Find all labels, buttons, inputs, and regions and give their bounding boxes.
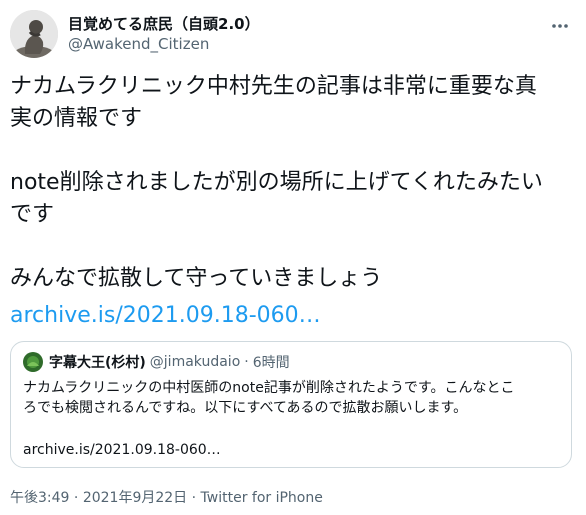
tweet-link[interactable]: archive.is/2021.09.18-060…: [10, 300, 321, 332]
meta-separator: ·: [191, 490, 197, 506]
quoted-separator: ·: [244, 354, 249, 370]
tweet: 目覚めてる庶民（自頭2.0） @Awakend_Citizen ナカムラクリニッ…: [0, 0, 586, 515]
author-handle[interactable]: @Awakend_Citizen: [68, 34, 260, 54]
quoted-handle: @jimakudaio: [149, 354, 241, 370]
tweet-header: 目覚めてる庶民（自頭2.0） @Awakend_Citizen: [10, 8, 576, 58]
quoted-tweet-text: ナカムラクリニックの中村医師のnote記事が削除されたようです。こんなとこ ろで…: [23, 380, 515, 416]
quoted-display-name: 字幕大王(杉村): [49, 355, 146, 371]
quoted-tweet[interactable]: 字幕大王(杉村) @jimakudaio · 6時間 ナカムラクリニックの中村医…: [10, 341, 572, 468]
quoted-time: 6時間: [252, 355, 290, 371]
quoted-tweet-header: 字幕大王(杉村) @jimakudaio · 6時間: [23, 352, 290, 372]
tweet-metadata: 午後3:49 · 2021年9月22日 · Twitter for iPhone: [10, 488, 323, 508]
tweet-time[interactable]: 午後3:49: [10, 490, 69, 506]
tweet-date[interactable]: 2021年9月22日: [83, 490, 187, 506]
tweet-text: ナカムラクリニック中村先生の記事は非常に重要な真 実の情報です note削除され…: [10, 74, 543, 291]
meta-separator: ·: [73, 490, 79, 506]
quoted-author-avatar: [23, 352, 43, 372]
author-info: 目覚めてる庶民（自頭2.0） @Awakend_Citizen: [68, 14, 260, 54]
more-icon[interactable]: [548, 14, 572, 38]
author-display-name[interactable]: 目覚めてる庶民（自頭2.0）: [68, 14, 260, 34]
tweet-source[interactable]: Twitter for iPhone: [201, 490, 323, 506]
author-avatar[interactable]: [10, 10, 58, 58]
quoted-tweet-link: archive.is/2021.09.18-060…: [23, 442, 221, 458]
